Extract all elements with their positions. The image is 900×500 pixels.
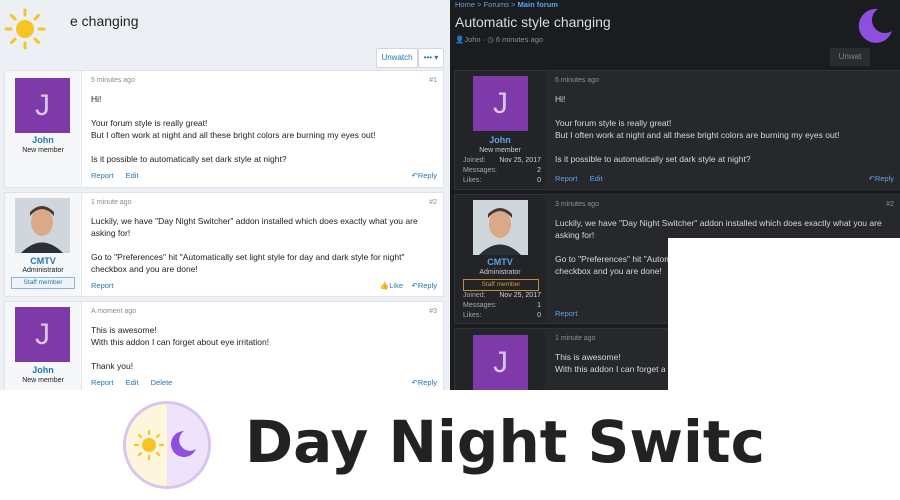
post-user-block: J John New member [5, 71, 82, 187]
person-photo-icon [473, 200, 528, 255]
post-timestamp[interactable]: 6 minutes ago [555, 77, 599, 84]
post-user-block: CMTV Administrator Staff member [5, 193, 82, 296]
avatar[interactable]: J [15, 307, 70, 362]
post-user-block: J John New member Joined: Nov 25, 2017 Me… [455, 71, 545, 189]
post-body: Hi! Your forum style is really great! But… [91, 94, 376, 164]
breadcrumb-main-forum[interactable]: Main forum [518, 0, 558, 9]
username-link[interactable]: John [5, 135, 81, 145]
clock-icon: ◷ [487, 35, 494, 44]
post-body: This is awesome! With this addon I can fo… [91, 325, 270, 371]
thread-title: e changing [70, 13, 139, 29]
username-link[interactable]: John [455, 135, 545, 145]
breadcrumb-forums[interactable]: Forums [484, 0, 509, 9]
post-timestamp[interactable]: 1 minute ago [555, 335, 595, 342]
report-link[interactable]: Report [555, 174, 578, 183]
thread-title: Automatic style changing [455, 14, 611, 30]
day-night-logo-icon [123, 401, 211, 489]
user-title: New member [479, 147, 521, 154]
staff-badge: Staff member [463, 279, 539, 291]
post-user-block: J John New member [5, 302, 82, 390]
avatar[interactable] [473, 200, 528, 255]
report-link[interactable]: Report [91, 281, 114, 290]
sun-icon [4, 8, 46, 50]
person-photo-icon [15, 198, 70, 253]
post-body: Hi! Your forum style is really great! But… [555, 94, 840, 164]
report-link[interactable]: Report [555, 309, 578, 318]
username-link[interactable]: CMTV [5, 256, 81, 266]
like-link[interactable]: 👍Like [380, 281, 403, 290]
more-options-button[interactable]: ••• ▾ [418, 48, 444, 68]
post-2: CMTV Administrator Staff member 1 minute… [4, 192, 444, 297]
reply-link[interactable]: ↶Reply [869, 174, 894, 183]
report-link[interactable]: Report [91, 378, 114, 387]
light-style-panel: e changing Unwatch ••• ▾ J John New memb… [0, 0, 452, 390]
unwatch-button[interactable]: Unwatch [376, 48, 418, 68]
edit-link[interactable]: Edit [126, 171, 139, 180]
product-title: Day Night Switc [245, 408, 765, 476]
edit-link[interactable]: Edit [126, 378, 139, 387]
thread-author[interactable]: John [464, 35, 480, 44]
logo-graphic-icon [126, 404, 208, 486]
avatar[interactable] [15, 198, 70, 253]
post-timestamp[interactable]: 5 minutes ago [91, 77, 135, 84]
avatar[interactable]: J [473, 335, 528, 390]
staff-badge: Staff member [11, 277, 75, 289]
avatar[interactable]: J [473, 76, 528, 131]
user-title: New member [22, 147, 64, 154]
user-title: Administrator [479, 269, 521, 276]
post-timestamp[interactable]: 1 minute ago [91, 199, 131, 206]
user-title: Administrator [22, 267, 64, 274]
edit-link[interactable]: Edit [590, 174, 603, 183]
reply-link[interactable]: ↶Reply [412, 171, 437, 180]
post-1: J John New member 5 minutes ago #1 Hi! Y… [4, 70, 444, 188]
breadcrumb-home[interactable]: Home [455, 0, 475, 9]
post-number[interactable]: #3 [429, 308, 437, 315]
post-number[interactable]: #2 [429, 199, 437, 206]
post-number[interactable]: #2 [886, 201, 894, 208]
post-user-block: CMTV Administrator Staff member Joined: N… [455, 195, 545, 323]
post-1: J John New member Joined: Nov 25, 2017 Me… [454, 70, 900, 190]
report-link[interactable]: Report [91, 171, 114, 180]
reply-link[interactable]: ↶Reply [412, 281, 437, 290]
thread-byline: 👤John · ◷ 6 minutes ago [455, 35, 544, 44]
user-icon: 👤 [455, 35, 465, 44]
username-link[interactable]: John [5, 365, 81, 375]
post-user-block: J [455, 329, 545, 390]
post-timestamp[interactable]: 3 minutes ago [555, 201, 599, 208]
post-timestamp[interactable]: A moment ago [91, 308, 136, 315]
reply-link[interactable]: ↶Reply [412, 378, 437, 387]
thread-date[interactable]: 6 minutes ago [496, 35, 543, 44]
post-3: J John New member A moment ago #3 This i… [4, 301, 444, 390]
product-banner: Day Night Switc [0, 390, 900, 500]
breadcrumb: Home > Forums > Main forum [455, 0, 558, 9]
username-link[interactable]: CMTV [455, 257, 545, 267]
unwatch-button[interactable]: Unwat [830, 48, 870, 66]
user-title: New member [22, 377, 64, 384]
delete-link[interactable]: Delete [151, 378, 173, 387]
avatar[interactable]: J [15, 78, 70, 133]
moon-icon [858, 8, 892, 43]
post-body: Luckily, we have "Day Night Switcher" ad… [91, 216, 418, 274]
post-number[interactable]: #1 [429, 77, 437, 84]
